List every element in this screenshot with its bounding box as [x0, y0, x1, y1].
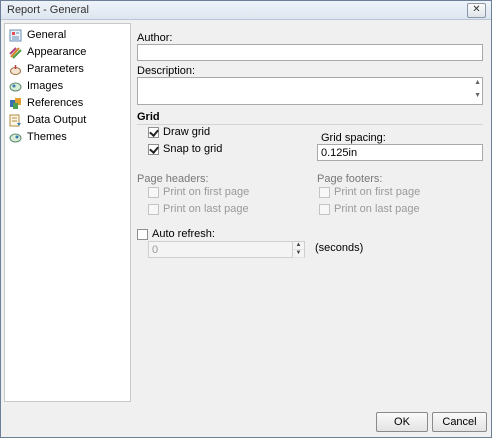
description-field[interactable]: ▲ ▼ — [137, 77, 483, 105]
auto-refresh-checkbox[interactable]: Auto refresh: — [137, 228, 215, 240]
spin-down-icon[interactable]: ▼ — [293, 250, 304, 258]
sidebar-item-parameters[interactable]: Parameters — [9, 61, 84, 77]
sidebar-item-label: References — [27, 97, 84, 109]
description-scrollbar[interactable]: ▲ ▼ — [474, 79, 481, 100]
headers-print-first-checkbox[interactable]: Print on first page — [148, 186, 249, 198]
headers-print-last-label: Print on last page — [163, 203, 249, 215]
auto-refresh-label: Auto refresh: — [152, 228, 215, 240]
general-icon — [9, 29, 22, 42]
footers-print-last-checkbox[interactable]: Print on last page — [319, 203, 420, 215]
author-label: Author: — [137, 32, 173, 44]
sidebar-item-references[interactable]: References — [9, 95, 83, 111]
sidebar-item-data-output[interactable]: Data Output — [9, 112, 86, 128]
sidebar-item-general[interactable]: General — [9, 27, 66, 43]
sidebar-item-label: Data Output — [27, 114, 87, 126]
author-input[interactable] — [138, 45, 482, 60]
grid-spacing-input[interactable] — [318, 145, 482, 160]
references-icon — [9, 97, 22, 110]
page-headers-label: Page headers: — [137, 173, 209, 185]
sidebar: General Appearance Parameters Images Ref… — [4, 23, 131, 402]
close-button[interactable]: ✕ — [467, 3, 486, 18]
cancel-button[interactable]: Cancel — [432, 412, 487, 432]
checkbox-box[interactable] — [148, 203, 159, 215]
sidebar-item-label: General — [27, 29, 67, 41]
sidebar-item-appearance[interactable]: Appearance — [9, 44, 86, 60]
scroll-down-icon[interactable]: ▼ — [474, 92, 481, 100]
draw-grid-label: Draw grid — [163, 126, 211, 138]
sidebar-item-label: Parameters — [27, 63, 84, 75]
window-title: Report - General — [7, 4, 89, 16]
parameters-icon — [9, 63, 22, 76]
snap-to-grid-label: Snap to grid — [163, 143, 223, 155]
headers-print-first-label: Print on first page — [163, 186, 250, 198]
headers-print-last-checkbox[interactable]: Print on last page — [148, 203, 249, 215]
spin-up-icon[interactable]: ▲ — [293, 242, 304, 250]
ok-button[interactable]: OK — [376, 412, 428, 432]
checkbox-box[interactable] — [137, 228, 148, 240]
draw-grid-checkbox[interactable]: Draw grid — [148, 126, 210, 138]
snap-to-grid-checkbox[interactable]: Snap to grid — [148, 143, 222, 155]
title-bar: Report - General ✕ — [1, 1, 491, 20]
grid-divider — [137, 124, 483, 125]
auto-refresh-field[interactable]: ▲ ▼ — [148, 241, 305, 258]
auto-refresh-spinner[interactable]: ▲ ▼ — [292, 242, 304, 258]
checkbox-box[interactable] — [319, 186, 330, 198]
seconds-label: (seconds) — [315, 242, 364, 254]
checkbox-box[interactable] — [148, 126, 159, 138]
checkbox-box[interactable] — [148, 186, 159, 198]
data-output-icon — [9, 114, 22, 127]
footers-print-first-label: Print on first page — [334, 186, 421, 198]
appearance-icon — [9, 46, 22, 59]
scroll-up-icon[interactable]: ▲ — [474, 79, 481, 87]
page-footers-label: Page footers: — [317, 173, 383, 185]
sidebar-item-images[interactable]: Images — [9, 78, 63, 94]
grid-heading: Grid — [137, 111, 160, 123]
sidebar-item-label: Appearance — [27, 46, 87, 58]
sidebar-item-label: Images — [27, 80, 64, 92]
footers-print-first-checkbox[interactable]: Print on first page — [319, 186, 420, 198]
dialog-window: Report - General ✕ General Appearance Pa… — [0, 0, 492, 438]
auto-refresh-input[interactable] — [149, 242, 304, 257]
footers-print-last-label: Print on last page — [334, 203, 420, 215]
grid-spacing-label: Grid spacing: — [321, 132, 386, 144]
checkbox-box[interactable] — [148, 143, 159, 155]
themes-icon — [9, 131, 22, 144]
sidebar-item-themes[interactable]: Themes — [9, 129, 67, 145]
author-field[interactable] — [137, 44, 483, 61]
description-input[interactable] — [138, 78, 482, 104]
checkbox-box[interactable] — [319, 203, 330, 215]
sidebar-item-label: Themes — [27, 131, 67, 143]
description-label: Description: — [137, 65, 196, 77]
images-icon — [9, 80, 22, 93]
grid-spacing-field[interactable] — [317, 144, 483, 161]
